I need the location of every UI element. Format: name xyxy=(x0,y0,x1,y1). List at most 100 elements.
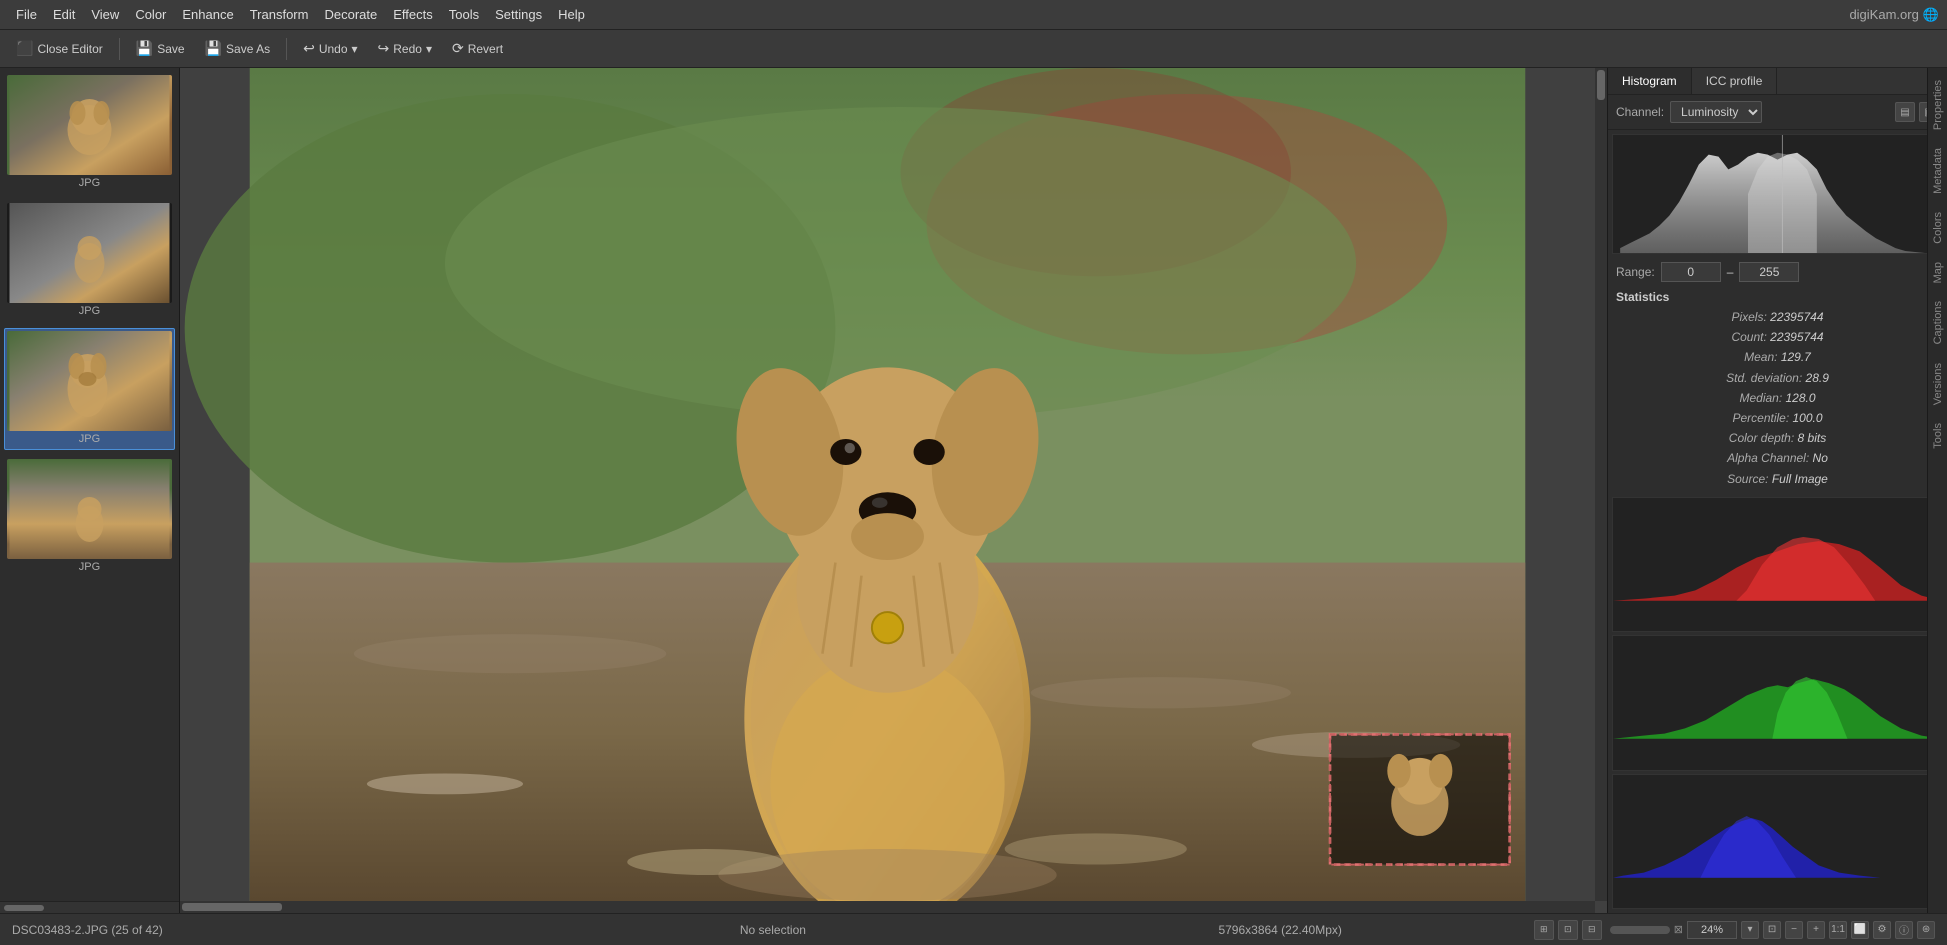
right-panel: Histogram ICC profile Channel: Luminosit… xyxy=(1607,68,1947,913)
menu-enhance[interactable]: Enhance xyxy=(174,3,241,26)
tab-icc-profile[interactable]: ICC profile xyxy=(1692,68,1778,94)
rgb-histograms xyxy=(1608,493,1947,913)
channel-select[interactable]: Luminosity Red Green Blue xyxy=(1670,101,1762,123)
statistics-panel: Statistics Pixels: 22395744 Count: 22395… xyxy=(1608,286,1947,493)
thumbnail-image-2 xyxy=(7,203,172,303)
tab-histogram[interactable]: Histogram xyxy=(1608,68,1692,94)
undo-icon: ↩ xyxy=(303,40,315,57)
save-icon: 💾 xyxy=(136,40,153,57)
range-max-input[interactable] xyxy=(1739,262,1799,282)
main-area: 🌐 xyxy=(0,68,1947,913)
stat-source: Source: Full Image xyxy=(1616,470,1939,489)
thumbnail-item-2[interactable]: 🌐 xyxy=(4,200,175,322)
thumbnail-label-2: JPG xyxy=(7,303,172,319)
menu-transform[interactable]: Transform xyxy=(242,3,317,26)
canvas-area xyxy=(180,68,1607,913)
menu-file[interactable]: File xyxy=(8,3,45,26)
close-editor-button[interactable]: ⬛ Close Editor xyxy=(8,36,111,61)
statusbar-slider[interactable] xyxy=(1610,926,1670,934)
channel-icon-btn-1[interactable]: ▤ xyxy=(1895,102,1915,122)
menu-decorate[interactable]: Decorate xyxy=(316,3,385,26)
menu-color[interactable]: Color xyxy=(127,3,174,26)
range-min-input[interactable] xyxy=(1661,262,1721,282)
menu-tools[interactable]: Tools xyxy=(441,3,487,26)
menu-effects[interactable]: Effects xyxy=(385,3,441,26)
zoom-actual-btn[interactable]: 1:1 xyxy=(1829,921,1847,939)
save-as-button[interactable]: 💾 Save As xyxy=(197,36,278,61)
zoom-icon: ⊠ xyxy=(1674,923,1683,936)
channel-label: Channel: xyxy=(1616,105,1664,119)
thumbnail-item-4[interactable]: 🌐 xyxy=(4,456,175,578)
thumbnail-label-4: JPG xyxy=(7,559,172,575)
stat-percentile: Percentile: 100.0 xyxy=(1616,409,1939,428)
thumbnail-image-1 xyxy=(7,75,172,175)
zoom-out-btn[interactable]: − xyxy=(1785,921,1803,939)
histogram-luminosity xyxy=(1612,134,1943,254)
scroll-handle-vertical[interactable] xyxy=(1597,70,1605,100)
menubar: File Edit View Color Enhance Transform D… xyxy=(0,0,1947,30)
thumbnail-horizontal-scrollbar[interactable] xyxy=(0,901,179,913)
range-label: Range: xyxy=(1616,265,1655,279)
statusbar-dimensions: 5796x3864 (22.40Mpx) xyxy=(1027,923,1534,937)
statusbar-icon-1[interactable]: ⊞ xyxy=(1534,920,1554,940)
statistics-title: Statistics xyxy=(1616,290,1939,304)
stat-mean: Mean: 129.7 xyxy=(1616,348,1939,367)
stat-color-depth: Color depth: 8 bits xyxy=(1616,429,1939,448)
save-button[interactable]: 💾 Save xyxy=(128,36,193,61)
stat-alpha-channel: Alpha Channel: No xyxy=(1616,449,1939,468)
undo-button[interactable]: ↩ Undo ▾ xyxy=(295,36,365,61)
save-as-icon: 💾 xyxy=(205,40,222,57)
histogram-tabs: Histogram ICC profile xyxy=(1608,68,1947,95)
sidebar-tab-tools[interactable]: Tools xyxy=(1930,415,1946,457)
stat-count: Count: 22395744 xyxy=(1616,328,1939,347)
thumbnail-label-3: JPG xyxy=(7,431,172,447)
histogram-blue xyxy=(1612,774,1943,909)
sidebar-tab-colors[interactable]: Colors xyxy=(1930,204,1946,252)
statusbar: DSC03483-2.JPG (25 of 42) No selection 5… xyxy=(0,913,1947,945)
zoom-settings-btn[interactable]: ⚙ xyxy=(1873,921,1891,939)
zoom-percent-input[interactable] xyxy=(1687,921,1737,939)
statusbar-icon-2[interactable]: ⊡ xyxy=(1558,920,1578,940)
histogram-green xyxy=(1612,635,1943,770)
sidebar-tab-metadata[interactable]: Metadata xyxy=(1930,140,1946,202)
thumbnail-image-4 xyxy=(7,459,172,559)
thumbnail-image-3 xyxy=(7,331,172,431)
thumb-scroll-handle[interactable] xyxy=(4,905,44,911)
menu-help[interactable]: Help xyxy=(550,3,593,26)
zoom-info-btn[interactable]: ⓘ xyxy=(1895,921,1913,939)
canvas-vertical-scrollbar[interactable] xyxy=(1595,68,1607,901)
globe-icon: 🌐 xyxy=(1923,7,1939,23)
thumbnail-panel: 🌐 xyxy=(0,68,180,913)
undo-dropdown-icon[interactable]: ▾ xyxy=(352,42,358,56)
zoom-in-btn[interactable]: + xyxy=(1807,921,1825,939)
statusbar-icon-3[interactable]: ⊟ xyxy=(1582,920,1602,940)
stat-median: Median: 128.0 xyxy=(1616,389,1939,408)
zoom-fit-btn[interactable]: ⊡ xyxy=(1763,921,1781,939)
histogram-red xyxy=(1612,497,1943,632)
thumbnail-item-1[interactable]: 🌐 xyxy=(4,72,175,194)
statusbar-filename: DSC03483-2.JPG (25 of 42) xyxy=(12,923,519,937)
canvas-horizontal-scrollbar[interactable] xyxy=(180,901,1595,913)
sidebar-tab-map[interactable]: Map xyxy=(1930,254,1946,291)
zoom-dropdown-btn[interactable]: ▾ xyxy=(1741,921,1759,939)
redo-dropdown-icon[interactable]: ▾ xyxy=(426,42,432,56)
range-row: Range: – xyxy=(1608,258,1947,286)
toolbar-separator-2 xyxy=(286,38,287,60)
menu-view[interactable]: View xyxy=(83,3,127,26)
redo-icon: ↪ xyxy=(378,40,390,57)
revert-button[interactable]: ⟳ Revert xyxy=(444,36,511,61)
channel-row: Channel: Luminosity Red Green Blue ▤ ▣ xyxy=(1608,95,1947,130)
zoom-fill-btn[interactable]: ⬜ xyxy=(1851,921,1869,939)
thumbnail-item-3[interactable]: 🌐 xyxy=(4,328,175,450)
menu-edit[interactable]: Edit xyxy=(45,3,83,26)
sidebar-tab-captions[interactable]: Captions xyxy=(1930,293,1946,352)
thumbnail-scroll[interactable]: 🌐 xyxy=(0,68,179,901)
zoom-extra-btn[interactable]: ⊛ xyxy=(1917,921,1935,939)
redo-button[interactable]: ↪ Redo ▾ xyxy=(370,36,440,61)
menu-settings[interactable]: Settings xyxy=(487,3,550,26)
main-image[interactable] xyxy=(180,68,1595,901)
thumbnail-label-1: JPG xyxy=(7,175,172,191)
sidebar-tab-properties[interactable]: Properties xyxy=(1930,72,1946,138)
scroll-handle-horizontal[interactable] xyxy=(182,903,282,911)
sidebar-tab-versions[interactable]: Versions xyxy=(1930,355,1946,413)
